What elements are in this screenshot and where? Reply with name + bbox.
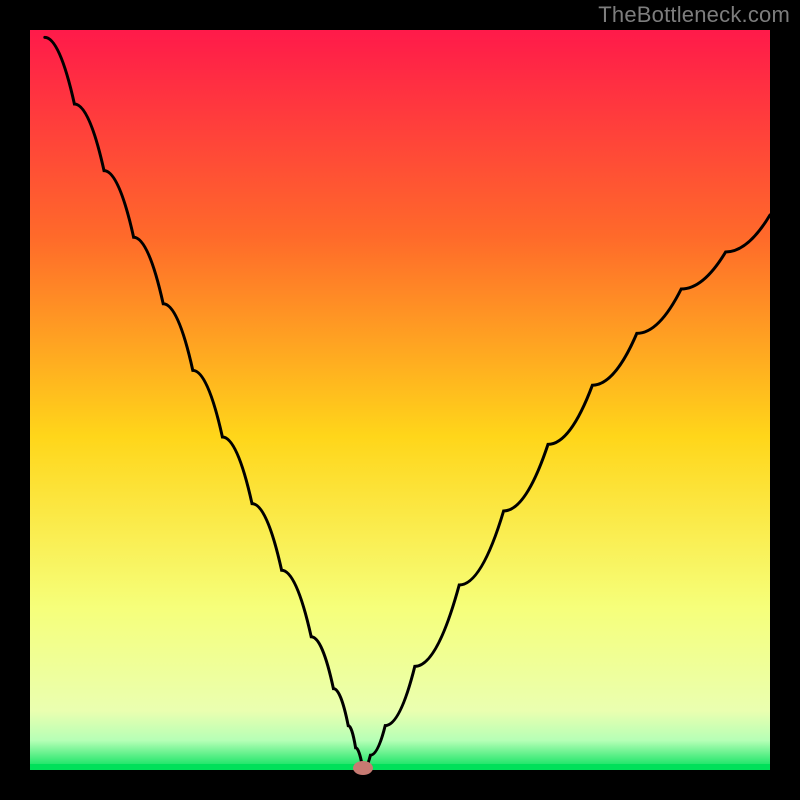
chart-root: TheBottleneck.com [0, 0, 800, 800]
optimal-point-marker [353, 761, 373, 775]
watermark-text: TheBottleneck.com [598, 2, 790, 28]
plot-area [30, 30, 770, 770]
chart-svg [0, 0, 800, 800]
bottleneck-green-band [30, 764, 770, 770]
